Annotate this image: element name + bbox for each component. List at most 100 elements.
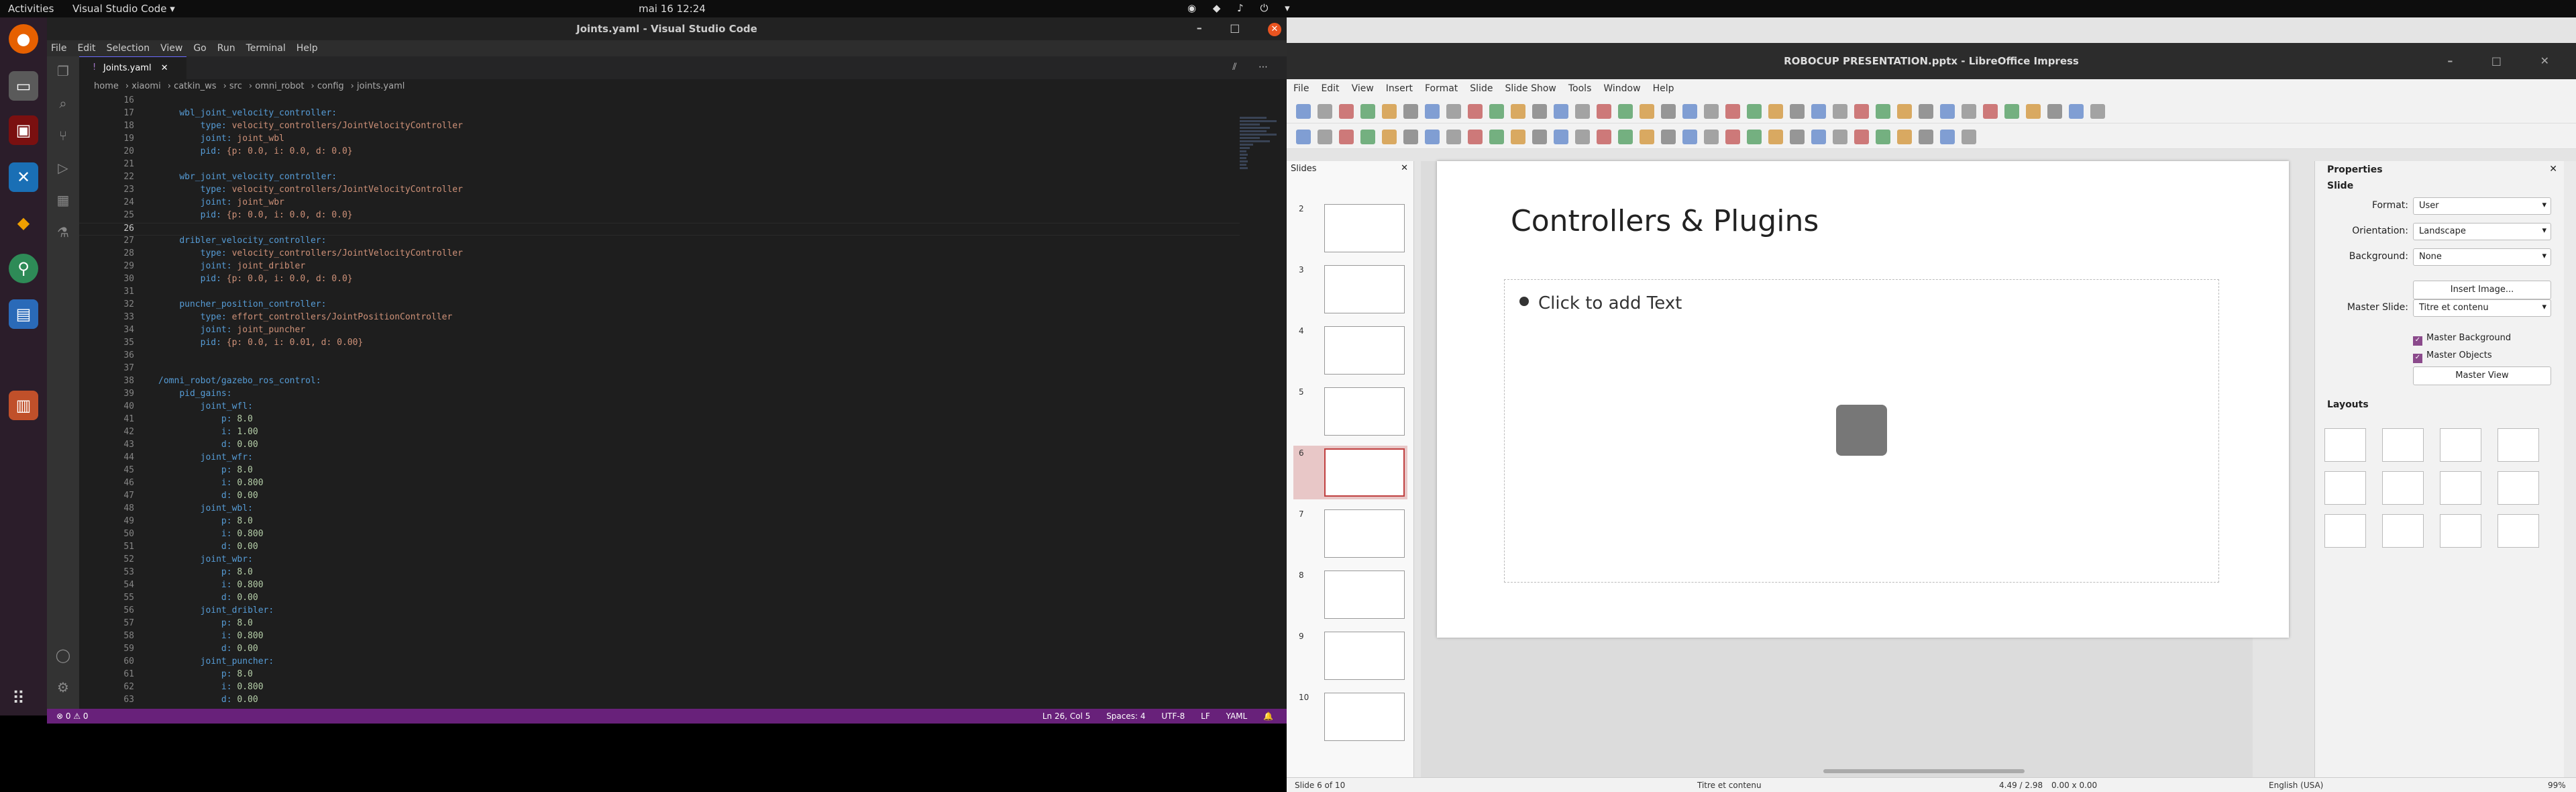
code-line[interactable]: 60 joint_puncher: [79,656,1240,669]
toolbar-button-icon[interactable] [1790,104,1805,119]
code-line[interactable]: 40 joint_wfl: [79,401,1240,414]
slide-title[interactable]: Controllers & Plugins [1511,204,1819,238]
section-layouts[interactable]: Layouts [2315,397,2381,412]
slide-thumbnail[interactable]: 6 [1293,446,1407,499]
encoding[interactable]: UTF-8 [1161,711,1185,721]
toolbar-button-icon[interactable] [1489,130,1504,144]
menu-edit[interactable]: Edit [1321,83,1339,94]
app-menu[interactable]: Visual Studio Code ▾ [72,3,175,15]
close-icon[interactable]: ✕ [2549,164,2557,175]
code-line[interactable]: 57 p: 8.0 [79,618,1240,631]
toolbar-button-icon[interactable] [1854,104,1869,119]
toolbar-button-icon[interactable] [1468,130,1483,144]
toolbar-button-icon[interactable] [1747,130,1762,144]
code-line[interactable]: 55 d: 0.00 [79,593,1240,605]
activities-button[interactable]: Activities [8,3,54,15]
code-line[interactable]: 58 i: 0.800 [79,631,1240,644]
code-line[interactable]: 36 [79,350,1240,363]
toolbar-button-icon[interactable] [1554,104,1568,119]
layout-option[interactable] [2382,471,2424,505]
menu-slide[interactable]: Slide [1470,83,1493,94]
clock[interactable]: mai 16 12:24 [639,3,706,15]
toolbar-button-icon[interactable] [1382,130,1397,144]
toolbar-button-icon[interactable] [1768,130,1783,144]
close-icon[interactable]: ✕ [1401,163,1408,173]
slide-thumbnail[interactable]: 8 [1293,568,1407,622]
slide-thumbnail[interactable]: 9 [1293,629,1407,683]
layout-option[interactable] [2440,428,2481,462]
layout-option[interactable] [2440,514,2481,548]
layout-option[interactable] [2382,428,2424,462]
code-line[interactable]: 62 i: 0.800 [79,682,1240,695]
code-line[interactable]: 63 d: 0.00 [79,695,1240,707]
files-icon[interactable]: ▭ [9,71,38,101]
code-line[interactable]: 44 joint_wfr: [79,452,1240,465]
menu-run[interactable]: Run [217,43,235,54]
firefox-icon[interactable]: ● [9,24,38,54]
toolbar-button-icon[interactable] [1919,104,1933,119]
code-line[interactable]: 34 joint: joint_puncher [79,325,1240,338]
menu-file[interactable]: File [1293,83,1309,94]
master-background-checkbox[interactable]: ✓ Master Background [2413,333,2511,346]
code-line[interactable]: 35 pid: {p: 0.0, i: 0.01, d: 0.00} [79,338,1240,350]
toolbar-button-icon[interactable] [1382,104,1397,119]
code-line[interactable]: 21 [79,159,1240,172]
layout-option[interactable] [2382,514,2424,548]
toolbar-button-icon[interactable] [1511,104,1525,119]
testing-icon[interactable]: ⚗ [55,224,71,240]
slide-thumbnail[interactable]: 7 [1293,507,1407,560]
window-controls[interactable]: – □ ✕ [1197,21,1281,36]
toolbar-button-icon[interactable] [1661,104,1676,119]
toolbar-button-icon[interactable] [1704,104,1719,119]
code-line[interactable]: 48 joint_wbl: [79,503,1240,516]
slide-thumbnail[interactable]: 5 [1293,385,1407,438]
toolbar-button-icon[interactable] [1339,130,1354,144]
code-line[interactable]: 18 type: velocity_controllers/JointVeloc… [79,121,1240,134]
code-line[interactable]: 46 i: 0.800 [79,478,1240,491]
run-debug-icon[interactable]: ▷ [55,160,71,176]
code-line[interactable]: 49 p: 8.0 [79,516,1240,529]
toolbar-button-icon[interactable] [1296,130,1311,144]
code-line[interactable]: 56 joint_dribler: [79,605,1240,618]
toolbar-button-icon[interactable] [1468,104,1483,119]
code-line[interactable]: 37 [79,363,1240,376]
menu-view[interactable]: View [1352,83,1374,94]
toolbar-button-icon[interactable] [1640,104,1654,119]
terminal-icon[interactable]: ▣ [9,115,38,145]
code-line[interactable]: 54 i: 0.800 [79,580,1240,593]
layout-option[interactable] [2324,428,2366,462]
menu-window[interactable]: Window [1603,83,1640,94]
toolbar-button-icon[interactable] [1403,104,1418,119]
cursor-position[interactable]: Ln 26, Col 5 [1042,711,1091,721]
toolbar-button-icon[interactable] [1682,104,1697,119]
orientation-select[interactable]: Landscape [2413,223,2551,240]
toolbar-button-icon[interactable] [2026,104,2041,119]
menu-tools[interactable]: Tools [1568,83,1592,94]
menu-help[interactable]: Help [1653,83,1674,94]
menu-selection[interactable]: Selection [107,43,150,54]
toolbar-button-icon[interactable] [1919,130,1933,144]
code-line[interactable]: 29 joint: joint_dribler [79,261,1240,274]
horizontal-scrollbar[interactable] [1823,769,2025,773]
layout-option[interactable] [2498,471,2539,505]
bell-icon[interactable]: 🔔 [1263,711,1273,721]
code-line[interactable]: 61 p: 8.0 [79,669,1240,682]
toolbar-button-icon[interactable] [1897,104,1912,119]
menu-format[interactable]: Format [1425,83,1458,94]
breadcrumb-item[interactable]: xiaomi [131,81,161,91]
menu-file[interactable]: File [51,43,66,54]
code-line[interactable]: 26 [79,223,1240,236]
code-line[interactable]: 39 pid_gains: [79,389,1240,401]
tab-joints-yaml[interactable]: ! Joints.yaml ✕ [79,56,186,79]
breadcrumb-item[interactable]: catkin_ws [174,81,217,91]
tab-close-icon[interactable]: ✕ [161,63,168,73]
code-line[interactable]: 25 pid: {p: 0.0, i: 0.0, d: 0.0} [79,210,1240,223]
minimap[interactable] [1240,117,1280,251]
toolbar-button-icon[interactable] [1682,130,1697,144]
master-objects-checkbox[interactable]: ✓ Master Objects [2413,350,2492,363]
toolbar-button-icon[interactable] [1811,104,1826,119]
menu-insert[interactable]: Insert [1386,83,1413,94]
toolbar-button-icon[interactable] [1897,130,1912,144]
toolbar-button-icon[interactable] [1296,104,1311,119]
layout-option[interactable] [2324,471,2366,505]
